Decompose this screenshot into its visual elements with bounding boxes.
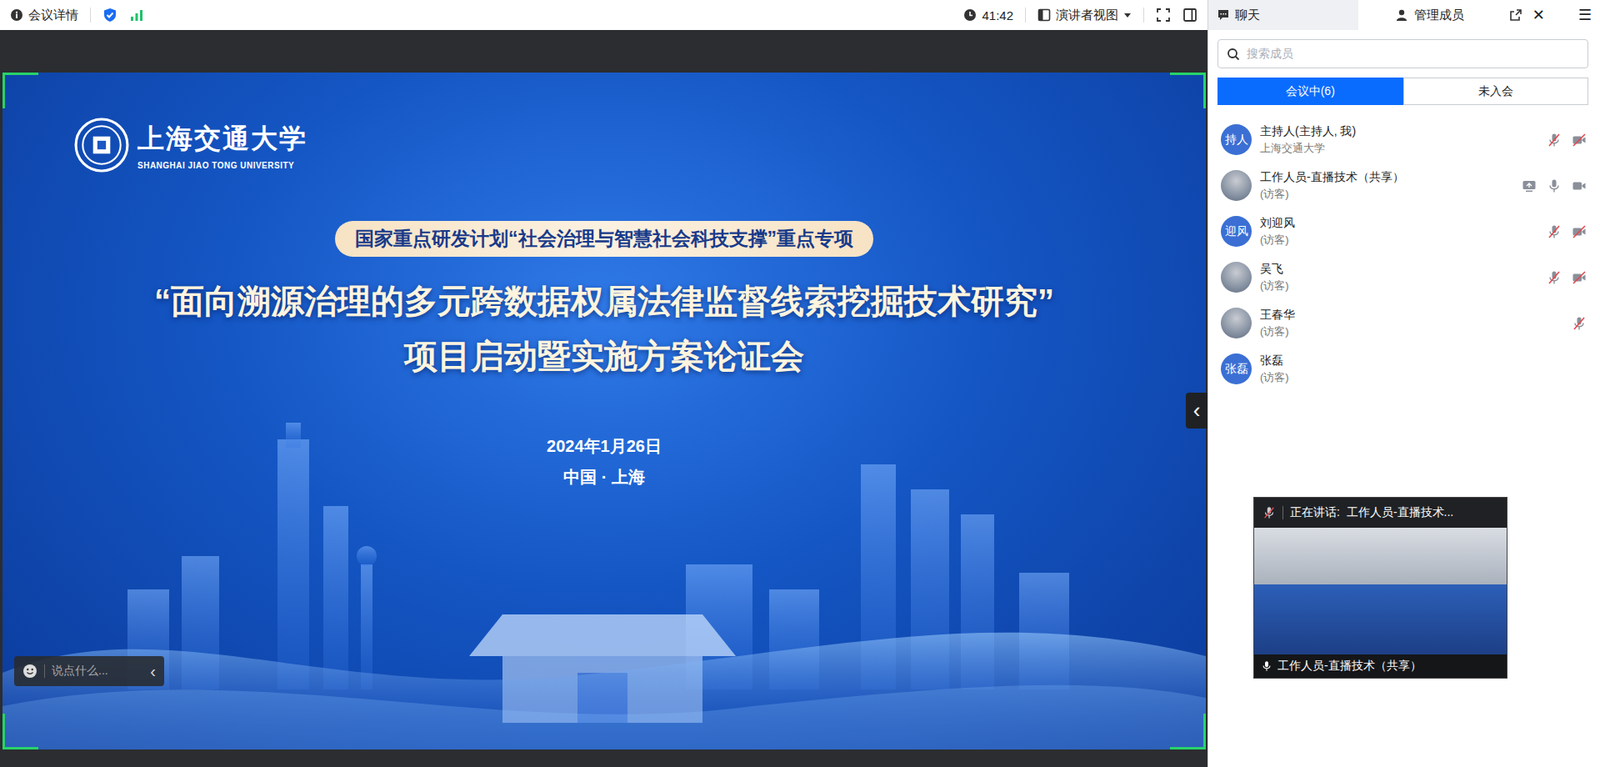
mic-muted-icon[interactable] <box>1546 224 1562 240</box>
meeting-app: 会议详情 41:42 演讲者视图上海交通大学SHANGHAI JIAO TONG U… <box>0 0 1600 767</box>
speaker-window[interactable]: 正在讲话:工作人员-直播技术...工作人员-直播技术（共享） <box>1253 496 1508 679</box>
member-row[interactable]: 王春华(访客) <box>1208 300 1600 346</box>
chat-input[interactable]: 说点什么...‹ <box>14 655 165 686</box>
meeting-timer: 41:42 <box>963 8 1014 23</box>
camera-off-icon[interactable] <box>1571 270 1587 285</box>
clock-icon <box>963 8 977 22</box>
mic-muted-icon <box>1262 505 1276 520</box>
side-panel-header: 聊天管理成员 ✕ ☰ <box>1208 0 1600 30</box>
slide-place: 中国 · 上海 <box>563 465 645 489</box>
search-icon <box>1226 47 1240 61</box>
sidebar-icon[interactable] <box>1182 7 1198 23</box>
emoji-icon[interactable] <box>22 663 38 679</box>
camera-off-icon[interactable] <box>1571 224 1587 240</box>
member-row[interactable]: 持人主持人(主持人, 我)上海交通大学 <box>1208 116 1600 163</box>
main-area: 会议详情 41:42 演讲者视图上海交通大学SHANGHAI JIAO TONG U… <box>0 0 1208 767</box>
member-filter: 会议中(6)未入会 <box>1217 77 1589 105</box>
skyline-graphic <box>2 72 1206 750</box>
panel-toggle-button[interactable]: ‹ <box>1185 392 1208 429</box>
member-list: 持人主持人(主持人, 我)上海交通大学工作人员-直播技术（共享）(访客)迎风刘迎… <box>1208 116 1600 392</box>
mic-muted-icon[interactable] <box>1546 132 1562 148</box>
mic-icon[interactable] <box>1546 178 1562 194</box>
members-icon <box>1395 8 1410 22</box>
screen-share-icon <box>1521 178 1537 194</box>
view-mode-button[interactable]: 演讲者视图 <box>1037 7 1132 24</box>
top-bar: 会议详情 41:42 演讲者视图 <box>0 0 1208 30</box>
emblem-icon <box>74 117 130 173</box>
share-stage: 上海交通大学SHANGHAI JIAO TONG UNIVERSITY 国家重点研… <box>0 30 1208 767</box>
member-avatar-photo <box>1220 261 1252 293</box>
member-avatar: 持人 <box>1220 124 1252 155</box>
menu-button[interactable]: ☰ <box>1578 7 1592 23</box>
member-avatar-photo <box>1220 170 1252 201</box>
member-row[interactable]: 工作人员-直播技术（共享）(访客) <box>1208 162 1600 209</box>
member-search[interactable]: 搜索成员 <box>1217 39 1589 69</box>
mic-icon <box>1260 660 1273 672</box>
info-icon <box>10 8 24 22</box>
member-avatar-photo <box>1220 307 1252 339</box>
mic-muted-icon[interactable] <box>1571 315 1587 331</box>
caret-down-icon <box>1123 10 1132 20</box>
side-tab[interactable]: 聊天 <box>1208 0 1359 30</box>
shared-slide: 上海交通大学SHANGHAI JIAO TONG UNIVERSITY 国家重点研… <box>2 72 1206 750</box>
meeting-info-button[interactable]: 会议详情 <box>10 7 79 24</box>
member-avatar: 迎风 <box>1220 215 1252 247</box>
camera-off-icon[interactable] <box>1571 132 1587 148</box>
slide-title: “面向溯源治理的多元跨数据权属法律监督线索挖掘技术研究” <box>154 278 1055 324</box>
member-row[interactable]: 张磊张磊(访客) <box>1208 345 1600 392</box>
signal-icon[interactable] <box>129 7 145 23</box>
filter-segment[interactable]: 未入会 <box>1403 77 1590 105</box>
camera-icon[interactable] <box>1571 178 1587 194</box>
program-label: 国家重点研发计划“社会治理与智慧社会科技支撑”重点专项 <box>335 220 874 257</box>
member-row[interactable]: 迎风刘迎风(访客) <box>1208 208 1600 255</box>
side-panel: 聊天管理成员 ✕ ☰ 搜索成员会议中(6)未入会持人主持人(主持人, 我)上海交通大学… <box>1207 0 1600 767</box>
member-row[interactable]: 吴飞(访客) <box>1208 254 1600 300</box>
popout-icon[interactable] <box>1509 8 1523 22</box>
layout-icon <box>1037 8 1051 22</box>
fullscreen-icon[interactable] <box>1155 7 1171 23</box>
member-avatar: 张磊 <box>1220 353 1252 385</box>
slide-title: 项目启动暨实施方案论证会 <box>404 333 805 379</box>
side-tab[interactable]: 管理成员 <box>1358 0 1509 30</box>
chat-icon <box>1216 8 1230 22</box>
chat-collapse-button[interactable]: ‹ <box>150 662 156 680</box>
shield-icon[interactable] <box>102 7 118 23</box>
speaker-video <box>1254 527 1507 655</box>
close-button[interactable]: ✕ <box>1532 7 1545 23</box>
university-logo: 上海交通大学SHANGHAI JIAO TONG UNIVERSITY <box>2 72 1206 173</box>
filter-segment[interactable]: 会议中(6) <box>1217 77 1404 105</box>
mic-muted-icon[interactable] <box>1546 270 1562 285</box>
slide-date: 2024年1月26日 <box>546 435 662 458</box>
